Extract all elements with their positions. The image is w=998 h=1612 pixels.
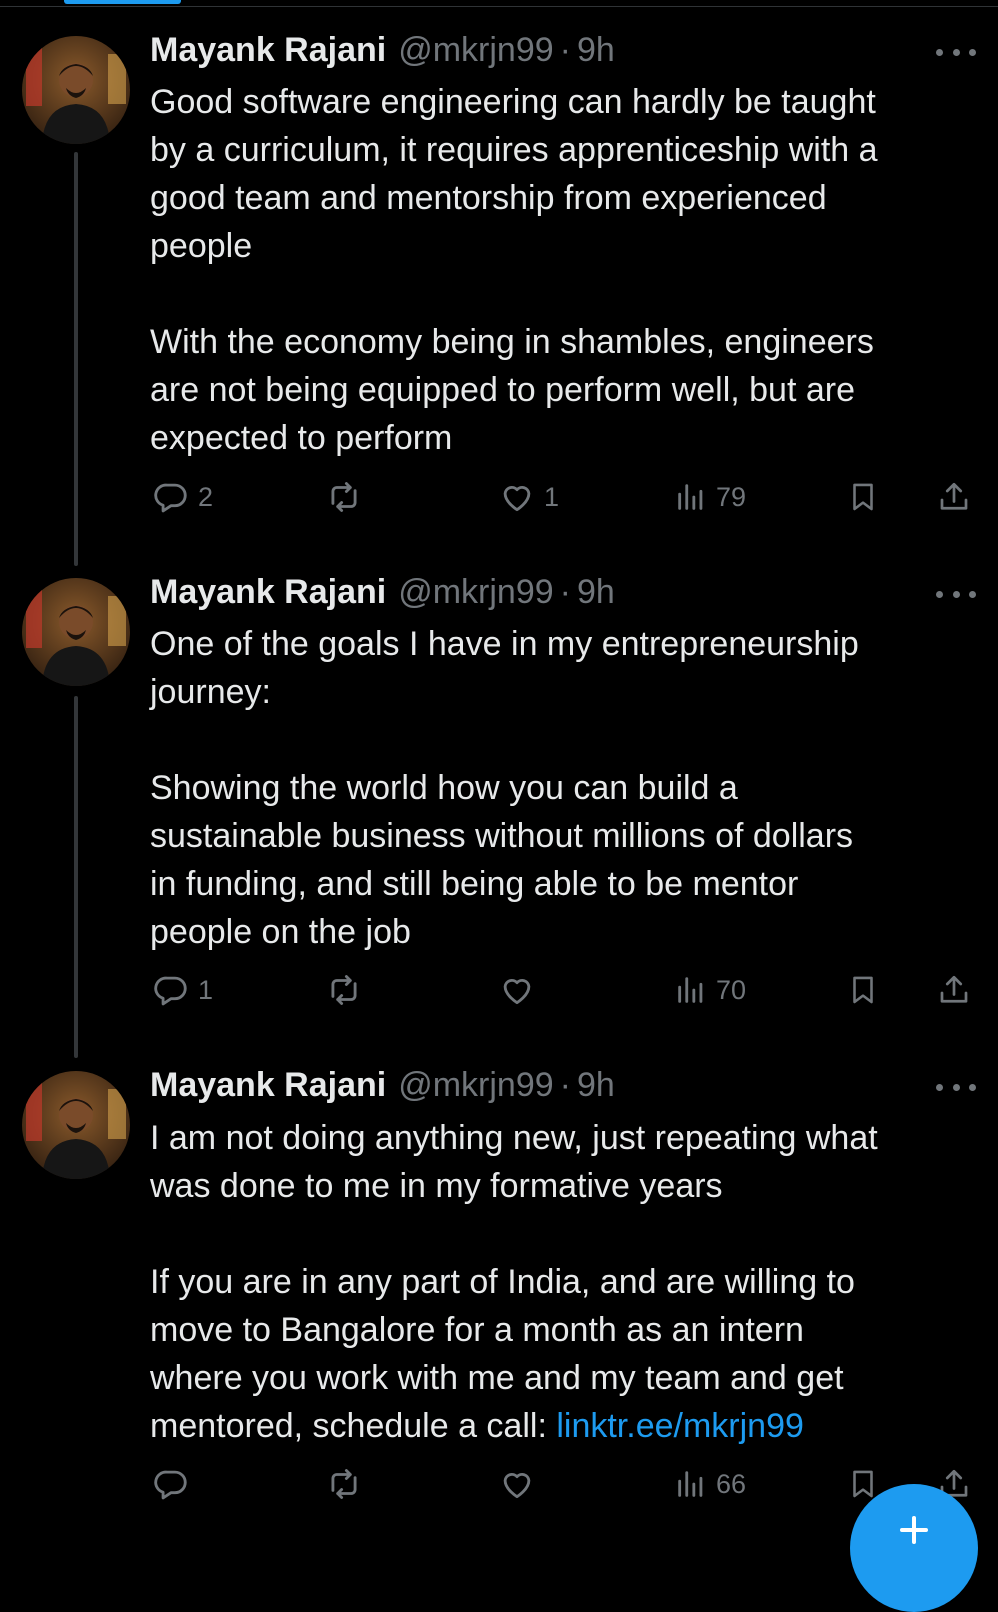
- views-count: 79: [716, 481, 747, 512]
- tweet-text: One of the goals I have in my entreprene…: [150, 620, 970, 956]
- like-count: 1: [544, 481, 560, 512]
- more-icon[interactable]: [936, 1079, 976, 1095]
- tweet-text-line: are not being equipped to perform well, …: [150, 371, 856, 409]
- share-icon: [936, 477, 972, 517]
- author-handle[interactable]: @mkrjn99: [398, 573, 553, 612]
- share-button[interactable]: [936, 475, 972, 519]
- reply-count: 2: [198, 481, 214, 512]
- compose-button[interactable]: [850, 1484, 978, 1612]
- tweet-timestamp[interactable]: 9h: [577, 1066, 615, 1105]
- heart-icon: [498, 971, 536, 1009]
- like-button[interactable]: [498, 1462, 544, 1506]
- tweet-header: Mayank Rajani @mkrjn99 · 9h: [150, 572, 615, 612]
- tweet-text: Good software engineering can hardly be …: [150, 78, 970, 462]
- bookmark-icon: [846, 477, 880, 517]
- like-button[interactable]: [498, 968, 544, 1012]
- reply-icon: [152, 971, 190, 1009]
- share-button[interactable]: [936, 968, 972, 1012]
- avatar[interactable]: [22, 36, 130, 144]
- tweet-text-line: mentored, schedule a call: linktr.ee/mkr…: [150, 1402, 970, 1450]
- tweet-text-fragment: mentored, schedule a call:: [150, 1407, 557, 1445]
- views-icon: [674, 971, 708, 1009]
- repost-icon: [324, 1465, 364, 1503]
- tweet-text-line: expected to perform: [150, 419, 453, 457]
- author-name[interactable]: Mayank Rajani: [150, 31, 386, 70]
- tweet-text-line: journey:: [150, 673, 271, 711]
- author-name[interactable]: Mayank Rajani: [150, 573, 386, 612]
- views-icon: [674, 1465, 708, 1503]
- author-name[interactable]: Mayank Rajani: [150, 1066, 386, 1105]
- tweet-text-line: was done to me in my formative years: [150, 1167, 723, 1205]
- tweet-text-line: in funding, and still being able to be m…: [150, 865, 799, 903]
- tweet-text-line: where you work with me and my team and g…: [150, 1359, 844, 1397]
- tweet-text-line: sustainable business without millions of…: [150, 817, 854, 855]
- bookmark-button[interactable]: [846, 475, 880, 519]
- reply-button[interactable]: 1: [152, 968, 213, 1012]
- author-handle[interactable]: @mkrjn99: [398, 31, 553, 70]
- author-handle[interactable]: @mkrjn99: [398, 1066, 553, 1105]
- repost-button[interactable]: [324, 1462, 372, 1506]
- tweet-link[interactable]: linktr.ee/mkrjn99: [556, 1407, 804, 1445]
- tweet-text-line: people on the job: [150, 913, 411, 951]
- reply-button[interactable]: 2: [152, 475, 213, 519]
- reply-button[interactable]: [152, 1462, 198, 1506]
- tweet-text-line: good team and mentorship from experience…: [150, 179, 827, 217]
- views-count: 66: [716, 1468, 747, 1499]
- heart-icon: [498, 1465, 536, 1503]
- tweet-header: Mayank Rajani @mkrjn99 · 9h: [150, 1065, 615, 1105]
- tweet-text-line: I am not doing anything new, just repeat…: [150, 1119, 878, 1157]
- views-button[interactable]: 66: [674, 1462, 746, 1506]
- repost-icon: [324, 478, 364, 516]
- repost-button[interactable]: [324, 475, 372, 519]
- separator-dot: ·: [559, 30, 571, 69]
- separator-dot: ·: [559, 572, 571, 611]
- compose-plus-icon: [900, 1516, 928, 1544]
- views-count: 70: [716, 974, 747, 1005]
- tweet-text-line: by a curriculum, it requires apprentices…: [150, 131, 878, 169]
- tweet-actions: 66: [0, 1462, 998, 1506]
- reply-count: 1: [198, 974, 214, 1005]
- bookmark-icon: [846, 970, 880, 1010]
- tweet-text-line: people: [150, 227, 253, 265]
- tweet-text: I am not doing anything new, just repeat…: [150, 1114, 970, 1450]
- more-icon[interactable]: [936, 586, 976, 602]
- tweet-text-line: One of the goals I have in my entreprene…: [150, 625, 859, 663]
- reply-icon: [152, 478, 190, 516]
- tweet-text-line: Showing the world how you can build a: [150, 769, 738, 807]
- views-button[interactable]: 70: [674, 968, 746, 1012]
- tweet-text-line: If you are in any part of India, and are…: [150, 1263, 855, 1301]
- share-icon: [936, 970, 972, 1010]
- tweet-timestamp[interactable]: 9h: [577, 573, 615, 612]
- repost-button[interactable]: [324, 968, 372, 1012]
- tweet-text-line: With the economy being in shambles, engi…: [150, 323, 874, 361]
- avatar[interactable]: [22, 1071, 130, 1179]
- tweet-text-line: move to Bangalore for a month as an inte…: [150, 1311, 804, 1349]
- avatar[interactable]: [22, 578, 130, 686]
- tweet-actions: 2 1 79: [0, 475, 998, 519]
- reply-icon: [152, 1465, 190, 1503]
- active-tab-indicator: [64, 0, 181, 4]
- bookmark-button[interactable]: [846, 968, 880, 1012]
- separator-dot: ·: [559, 1065, 571, 1104]
- repost-icon: [324, 971, 364, 1009]
- tweet-text-line: Good software engineering can hardly be …: [150, 83, 876, 121]
- tweet-timestamp[interactable]: 9h: [577, 31, 615, 70]
- heart-icon: [498, 478, 536, 516]
- more-icon[interactable]: [936, 44, 976, 60]
- views-button[interactable]: 79: [674, 475, 746, 519]
- tweet-actions: 1 70: [0, 968, 998, 1012]
- views-icon: [674, 478, 708, 516]
- like-button[interactable]: 1: [498, 475, 559, 519]
- tweet-header: Mayank Rajani @mkrjn99 · 9h: [150, 30, 615, 70]
